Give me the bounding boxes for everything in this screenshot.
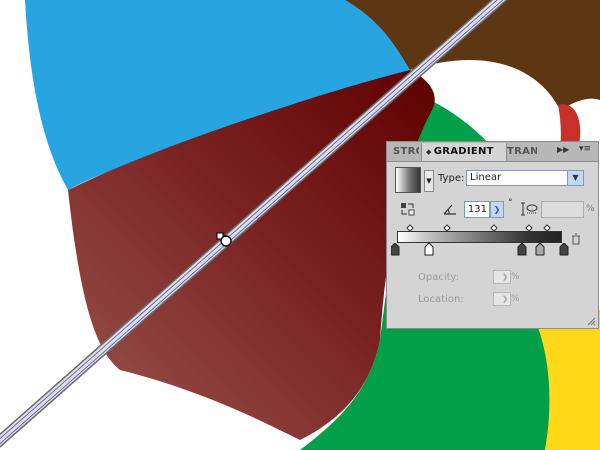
angle-icon xyxy=(443,204,456,215)
tab-stepper-icon: ◆ xyxy=(426,148,432,156)
aspect-ratio-icon xyxy=(521,202,538,216)
gradient-panel: STRO ◆GRADIENT TRAN ▶▶ ▾≡ ▼ Type: Linear… xyxy=(386,141,599,329)
location-dropdown-icon[interactable]: ❯ xyxy=(501,292,509,306)
angle-dropdown-icon[interactable]: ❯ xyxy=(490,201,504,218)
type-dropdown-value: Linear xyxy=(470,172,502,183)
type-label: Type: xyxy=(438,173,465,184)
angle-input[interactable]: 131 xyxy=(464,201,490,218)
tab-stroke[interactable]: STRO xyxy=(393,143,419,160)
tab-gradient[interactable]: ◆ GRADIENT xyxy=(421,143,507,161)
gradient-stops[interactable] xyxy=(391,243,571,257)
chevron-down-icon[interactable]: ▼ xyxy=(567,171,583,185)
reverse-gradient-icon[interactable] xyxy=(400,202,415,216)
opacity-unit: % xyxy=(511,272,520,282)
location-unit: % xyxy=(511,294,520,304)
aspect-ratio-input[interactable] xyxy=(541,201,584,218)
type-dropdown[interactable]: Linear ▼ xyxy=(466,170,584,186)
collapse-icon[interactable]: ▶▶ xyxy=(557,145,569,154)
color-stop[interactable] xyxy=(559,243,569,256)
panel-menu-icon[interactable]: ▾≡ xyxy=(579,144,591,154)
location-label: Location: xyxy=(418,294,464,305)
color-stop[interactable] xyxy=(424,243,434,256)
tab-gradient-label: GRADIENT xyxy=(433,146,494,157)
tab-transparency[interactable]: TRAN xyxy=(507,143,537,160)
swatch-dropdown-icon[interactable]: ▼ xyxy=(424,170,434,192)
opacity-label: Opacity: xyxy=(418,272,460,283)
panel-tab-bar: STRO ◆GRADIENT TRAN ▶▶ ▾≡ xyxy=(387,142,598,162)
gradient-swatch[interactable] xyxy=(395,167,421,193)
degree-symbol: ° xyxy=(508,198,513,208)
trash-icon[interactable] xyxy=(571,233,581,245)
resize-grip-icon[interactable] xyxy=(587,317,596,326)
aspect-ratio-unit: % xyxy=(586,204,595,214)
opacity-dropdown-icon[interactable]: ❯ xyxy=(501,270,509,284)
color-stop[interactable] xyxy=(391,243,400,256)
color-stop[interactable] xyxy=(535,243,545,256)
color-stop[interactable] xyxy=(517,243,527,256)
gradient-ramp[interactable] xyxy=(397,231,562,243)
